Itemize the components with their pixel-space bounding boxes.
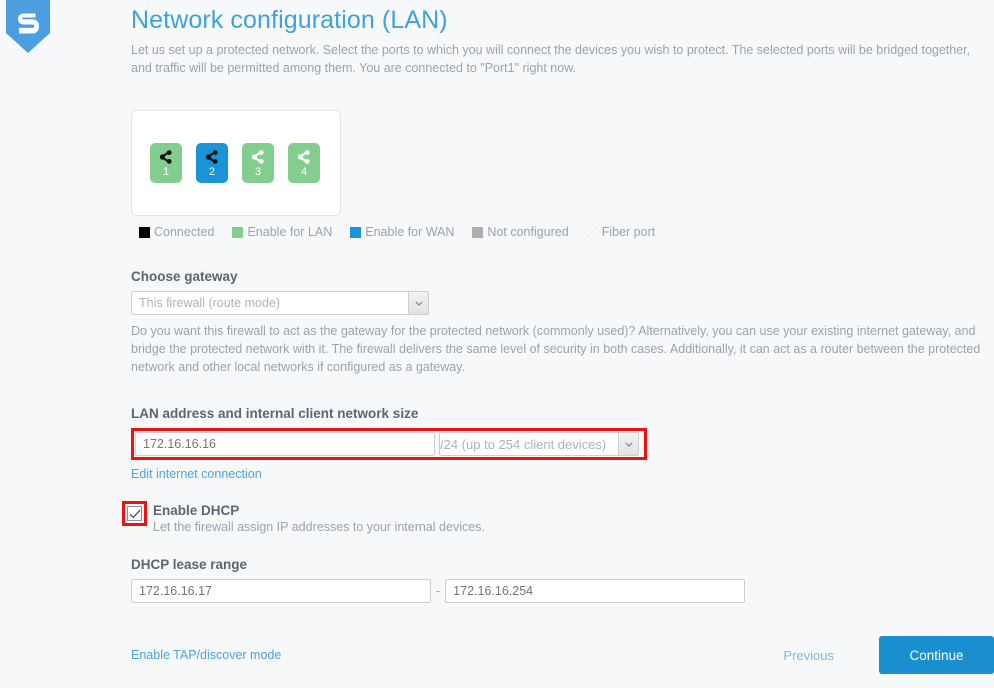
port-2-number: 2 xyxy=(208,166,216,178)
enable-dhcp-block: Enable DHCP Let the firewall assign IP a… xyxy=(122,501,994,536)
chevron-down-icon xyxy=(624,442,633,447)
legend-swatch-not-configured-icon xyxy=(472,226,484,238)
enable-dhcp-description: Let the firewall assign IP addresses to … xyxy=(153,520,485,534)
main-content: Network configuration (LAN) Let us set u… xyxy=(122,0,994,603)
legend-label-enable-wan: Enable for WAN xyxy=(365,225,455,239)
legend-item-fiber-port: Fiber port xyxy=(586,225,656,239)
port-1[interactable]: 1 xyxy=(150,143,182,183)
checkmark-icon xyxy=(129,509,140,518)
enable-tap-discover-mode-link[interactable]: Enable TAP/discover mode xyxy=(131,648,281,662)
lan-netmask-select[interactable]: /24 (up to 254 client devices) xyxy=(439,432,639,456)
legend-swatch-lan-icon xyxy=(232,226,244,238)
wizard-footer: Enable TAP/discover mode Previous Contin… xyxy=(131,633,994,677)
ports-legend: Connected Enable for LAN Enable for WAN … xyxy=(139,225,994,239)
legend-label-connected: Connected xyxy=(154,225,215,239)
gateway-label: Choose gateway xyxy=(131,269,238,284)
app-logo xyxy=(3,0,53,56)
legend-label-fiber-port: Fiber port xyxy=(601,225,656,239)
gateway-section: Choose gateway This firewall (route mode… xyxy=(131,269,994,376)
gateway-select[interactable]: This firewall (route mode) xyxy=(131,291,429,315)
lan-address-label: LAN address and internal client network … xyxy=(131,406,419,421)
dhcp-lease-range-label: DHCP lease range xyxy=(131,557,248,572)
lan-address-row: /24 (up to 254 client devices) xyxy=(135,432,643,456)
port-4-number: 4 xyxy=(300,166,308,178)
shield-s-logo-icon xyxy=(3,0,53,54)
enable-dhcp-label: Enable DHCP xyxy=(153,503,240,518)
port-3-number: 3 xyxy=(254,166,262,178)
network-share-icon xyxy=(251,150,264,164)
network-share-icon xyxy=(297,150,310,164)
page-intro-text: Let us set up a protected network. Selec… xyxy=(131,43,971,75)
page-title: Network configuration (LAN) xyxy=(131,6,448,34)
edit-internet-connection-link[interactable]: Edit internet connection xyxy=(131,467,262,481)
dhcp-lease-range-section: DHCP lease range - xyxy=(131,557,994,603)
legend-label-not-configured: Not configured xyxy=(487,225,569,239)
legend-swatch-connected-icon xyxy=(139,226,150,238)
port-1-number: 1 xyxy=(162,166,170,178)
gateway-select-dropdown-button[interactable] xyxy=(408,292,428,314)
lan-address-section: LAN address and internal client network … xyxy=(131,406,994,481)
ports-panel: 1 2 3 4 xyxy=(131,110,341,216)
legend-swatch-wan-icon xyxy=(350,226,362,238)
lan-address-highlight: /24 (up to 254 client devices) xyxy=(131,428,647,460)
legend-item-connected: Connected xyxy=(139,225,214,239)
enable-dhcp-highlight xyxy=(122,501,147,526)
legend-item-not-configured: Not configured xyxy=(472,225,569,239)
enable-dhcp-checkbox[interactable] xyxy=(127,506,142,521)
dhcp-lease-start-input[interactable] xyxy=(131,579,431,603)
chevron-down-icon xyxy=(414,301,423,306)
gateway-select-value: This firewall (route mode) xyxy=(139,296,281,310)
dhcp-lease-range-row: - xyxy=(131,579,994,603)
legend-swatch-fiber-icon xyxy=(586,226,598,238)
port-4[interactable]: 4 xyxy=(288,143,320,183)
legend-item-enable-lan: Enable for LAN xyxy=(232,225,332,239)
legend-item-enable-wan: Enable for WAN xyxy=(350,225,454,239)
previous-button[interactable]: Previous xyxy=(783,648,834,663)
continue-button[interactable]: Continue xyxy=(879,636,994,674)
port-3[interactable]: 3 xyxy=(242,143,274,183)
dhcp-lease-end-input[interactable] xyxy=(445,579,746,603)
lan-netmask-dropdown-button[interactable] xyxy=(618,433,638,455)
legend-label-enable-lan: Enable for LAN xyxy=(247,225,333,239)
lan-netmask-value: /24 (up to 254 client devices) xyxy=(440,436,607,452)
lan-ip-input[interactable] xyxy=(135,432,435,456)
network-share-icon xyxy=(159,150,172,164)
gateway-help-text: Do you want this firewall to act as the … xyxy=(131,324,981,374)
network-share-icon xyxy=(205,150,218,164)
dhcp-lease-range-separator: - xyxy=(436,584,441,598)
port-2[interactable]: 2 xyxy=(196,143,228,183)
